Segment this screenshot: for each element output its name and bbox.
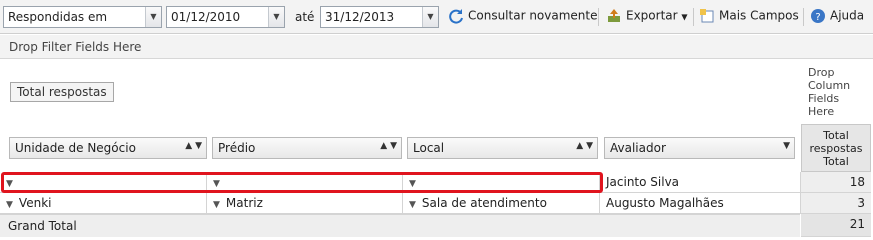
row-field-label: Prédio	[218, 141, 256, 155]
table-cell-total: 18	[801, 172, 871, 193]
row-field-label: Avaliador	[610, 141, 666, 155]
toolbar-divider	[598, 8, 599, 26]
table-cell-total: 3	[801, 193, 871, 214]
cell-text: Sala de atendimento	[421, 196, 547, 210]
cell-text: Venki	[18, 196, 52, 210]
date-field-value: Respondidas em	[8, 10, 108, 24]
date-field-select[interactable]: Respondidas em ▼	[3, 6, 162, 28]
row-field-avaliador[interactable]: Avaliador ▼	[604, 137, 795, 159]
grand-total-label: Grand Total	[8, 219, 77, 233]
column-drop-zone[interactable]: Drop Column Fields Here	[801, 60, 873, 124]
table-cell-avaliador: Augusto Magalhães	[600, 193, 801, 214]
help-icon: ?	[811, 9, 825, 23]
toolbar-divider	[803, 8, 804, 26]
table-cell-predio[interactable]: ▼ Matriz	[207, 193, 403, 214]
to-date-value: 31/12/2013	[325, 10, 395, 24]
highlight-box	[1, 172, 603, 193]
from-date-input[interactable]: 01/12/2010 ▼	[166, 6, 285, 28]
row-field-unidade-de-negocio[interactable]: Unidade de Negócio ▲ ▼	[9, 137, 207, 159]
more-fields-button[interactable]: Mais Campos	[699, 8, 799, 26]
sort-filter-icon[interactable]: ▲ ▼	[185, 141, 202, 151]
more-fields-label: Mais Campos	[719, 8, 799, 23]
add-fields-icon	[700, 9, 714, 23]
chevron-down-icon: ▼	[681, 12, 688, 22]
refresh-label: Consultar novamente	[468, 8, 598, 23]
sort-filter-icon[interactable]: ▲ ▼	[576, 141, 593, 151]
column-drop-zone-text: Drop Column Fields Here	[808, 66, 851, 118]
chevron-down-icon[interactable]: ▼	[409, 200, 416, 210]
refresh-icon	[449, 9, 463, 24]
grand-total-value: 21	[801, 214, 871, 237]
total-column-header: Total respostas Total	[801, 124, 871, 172]
help-button[interactable]: ? Ajuda	[810, 8, 864, 26]
chevron-down-icon[interactable]: ▼	[422, 7, 438, 27]
filter-drop-zone-text: Drop Filter Fields Here	[9, 40, 142, 54]
from-date-value: 01/12/2010	[171, 10, 241, 24]
cell-text: Jacinto Silva	[606, 175, 680, 189]
chevron-down-icon[interactable]: ▼	[6, 200, 13, 210]
chevron-down-icon[interactable]: ▼	[145, 7, 161, 27]
data-field-chip[interactable]: Total respostas	[10, 82, 114, 102]
table-cell-local[interactable]: ▼ Sala de atendimento	[403, 193, 600, 214]
row-field-label: Local	[413, 141, 445, 155]
to-date-input[interactable]: 31/12/2013 ▼	[320, 6, 439, 28]
grand-total-row: Grand Total	[0, 214, 800, 237]
help-label: Ajuda	[830, 8, 865, 23]
filter-drop-zone[interactable]: Drop Filter Fields Here	[0, 35, 873, 59]
table-cell-unidade[interactable]: ▼ Venki	[0, 193, 207, 214]
cell-text: Augusto Magalhães	[606, 196, 724, 210]
sort-filter-icon[interactable]: ▼	[783, 141, 790, 151]
pivot-toolbar: Respondidas em ▼ 01/12/2010 ▼ até 31/12/…	[0, 0, 873, 34]
cell-text: Matriz	[225, 196, 263, 210]
toolbar-divider	[693, 8, 694, 26]
export-label: Exportar	[626, 8, 678, 23]
row-field-local[interactable]: Local ▲ ▼	[407, 137, 598, 159]
export-icon	[608, 9, 620, 22]
sort-filter-icon[interactable]: ▲ ▼	[380, 141, 397, 151]
row-field-predio[interactable]: Prédio ▲ ▼	[212, 137, 402, 159]
chevron-down-icon[interactable]: ▼	[268, 7, 284, 27]
chevron-down-icon[interactable]: ▼	[213, 200, 220, 210]
table-cell-avaliador: Jacinto Silva	[600, 172, 801, 193]
refresh-button[interactable]: Consultar novamente	[448, 8, 598, 26]
export-button[interactable]: Exportar ▼	[606, 8, 688, 26]
svg-text:?: ?	[815, 12, 820, 23]
row-field-label: Unidade de Negócio	[15, 141, 136, 155]
until-label: até	[295, 10, 315, 24]
